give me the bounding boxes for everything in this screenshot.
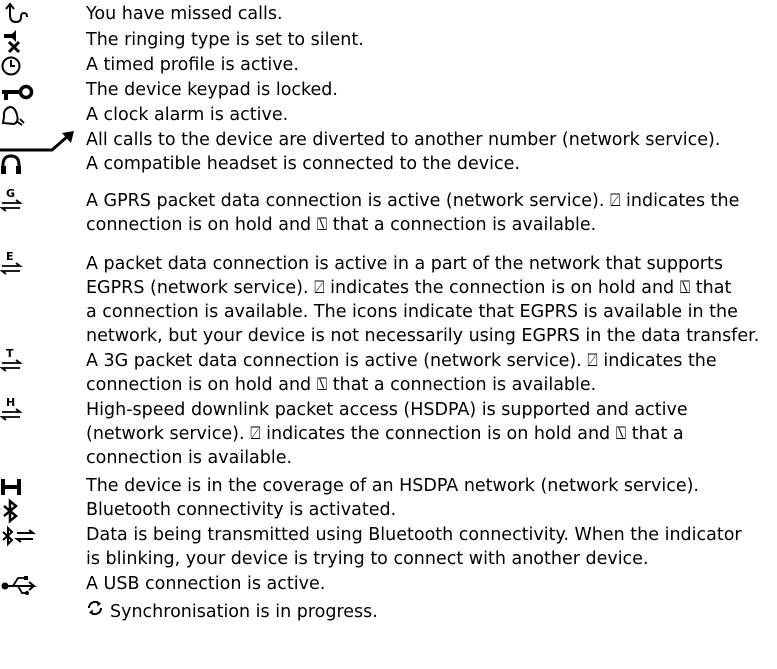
indicator-reference-page: { "indicators": [ {"icon": "missed-calls… <box>0 0 777 669</box>
bluetooth-icon <box>0 498 34 524</box>
indicator-text: Data is being transmitted using Bluetoot… <box>86 525 742 569</box>
3g-packet-icon: T <box>0 347 34 375</box>
indicator-text: The device is in the coverage of an HSDP… <box>86 476 699 496</box>
headset-icon <box>0 152 34 178</box>
gprs-icon: G <box>0 187 34 215</box>
clock-alarm-icon <box>0 103 34 129</box>
hsdpa-coverage-icon <box>0 474 34 500</box>
sync-line: Synchronisation is in progress. <box>86 599 378 624</box>
indicator-text: The device keypad is locked. <box>86 80 338 100</box>
indicator-text: A clock alarm is active. <box>86 105 289 125</box>
indicator-text: Synchronisation is in progress. <box>110 601 378 622</box>
hsdpa-packet-icon: H <box>0 396 34 424</box>
indicator-text: The ringing type is set to silent. <box>86 30 364 50</box>
indicator-text: Bluetooth connectivity is activated. <box>86 500 397 520</box>
indicator-text: A USB connection is active. <box>86 574 326 594</box>
keypad-locked-icon <box>0 78 34 104</box>
silent-ringing-icon <box>0 28 34 54</box>
indicator-text: A GPRS packet data connection is active … <box>86 191 740 235</box>
indicator-text: You have missed calls. <box>86 4 283 24</box>
bluetooth-transfer-icon <box>0 523 40 549</box>
timed-profile-icon <box>0 53 34 79</box>
egprs-icon: E <box>0 250 34 278</box>
indicator-text: A timed profile is active. <box>86 55 299 75</box>
indicator-text: A packet data connection is active in a … <box>86 254 760 346</box>
svg-text:H: H <box>6 396 15 409</box>
svg-text:G: G <box>6 187 15 200</box>
svg-text:E: E <box>6 250 14 263</box>
indicator-text: A compatible headset is connected to the… <box>86 154 520 174</box>
usb-icon <box>0 572 40 598</box>
call-divert-icon <box>0 128 80 154</box>
indicator-text: All calls to the device are diverted to … <box>86 130 721 150</box>
indicator-text: High-speed downlink packet access (HSDPA… <box>86 400 688 468</box>
sync-icon <box>86 599 104 624</box>
svg-text:T: T <box>6 347 14 360</box>
indicator-text: A 3G packet data connection is active (n… <box>86 351 717 395</box>
missed-calls-icon <box>0 2 34 28</box>
